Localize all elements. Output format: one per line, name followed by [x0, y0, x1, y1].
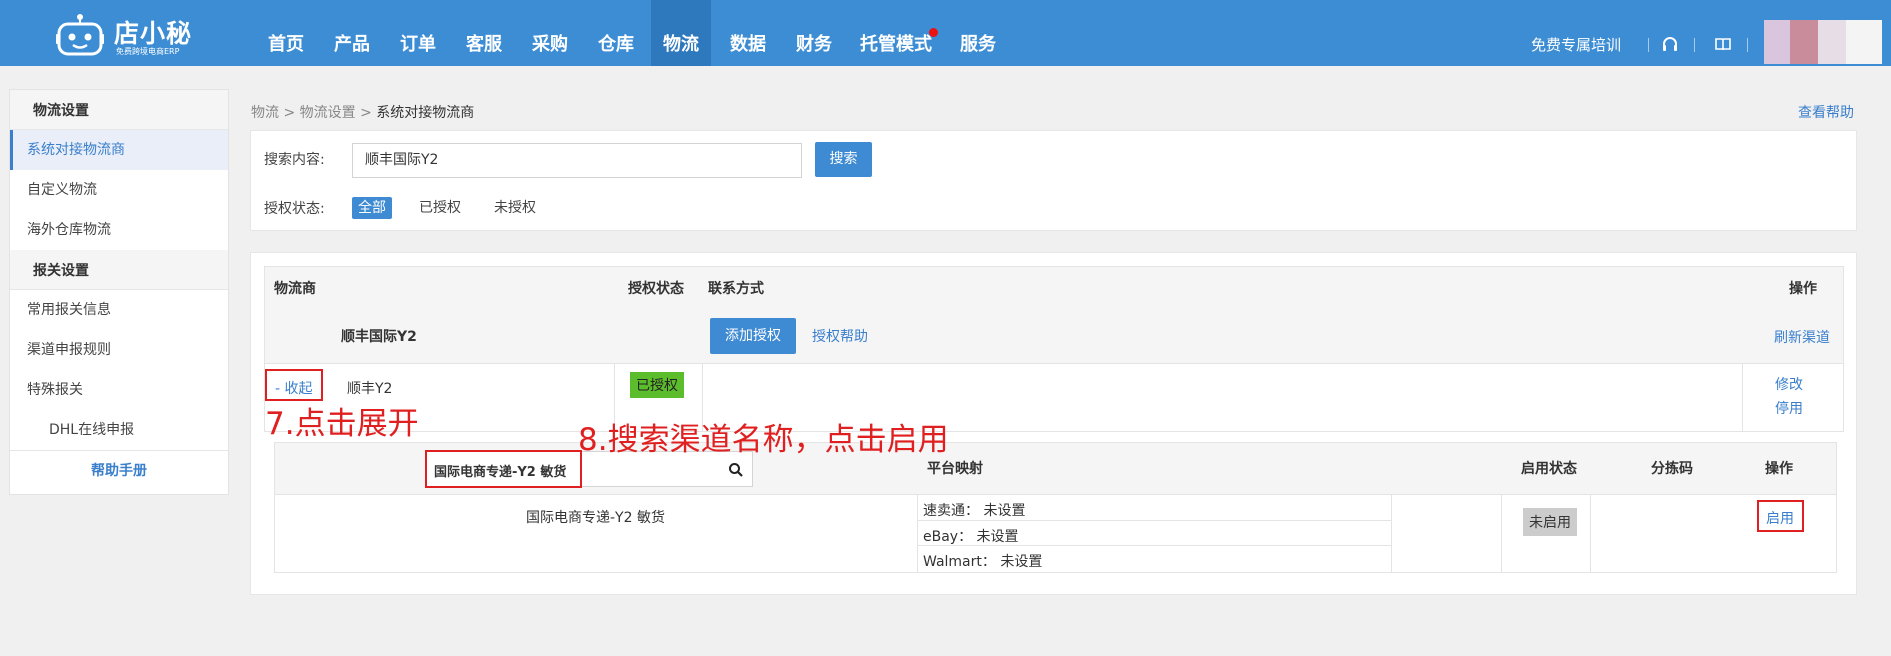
annotation-step7: 7.点击展开	[265, 406, 419, 442]
sidebar-item-customs-info[interactable]: 常用报关信息	[10, 290, 228, 330]
nav-item-hosting[interactable]: 托管模式	[858, 0, 938, 66]
search-input[interactable]: 顺丰国际Y2	[352, 143, 802, 178]
breadcrumb-logistics-settings[interactable]: 物流设置	[300, 105, 356, 121]
breadcrumb: 物流 > 物流设置 > 系统对接物流商	[251, 102, 474, 122]
nav-label: 仓库	[598, 34, 634, 55]
breadcrumb-separator: >	[283, 105, 296, 121]
nav-label: 托管模式	[860, 34, 932, 55]
book-icon[interactable]	[1714, 35, 1732, 53]
col-action: 操作	[1789, 281, 1817, 297]
filter-unauthorized[interactable]: 未授权	[494, 197, 536, 219]
sidebar-item-channel-rules[interactable]: 渠道申报规则	[10, 330, 228, 370]
col-channel-action: 操作	[1765, 461, 1793, 477]
breadcrumb-separator: >	[360, 105, 372, 121]
sidebar-item-special-customs[interactable]: 特殊报关	[10, 370, 228, 410]
col-enable-status: 启用状态	[1521, 461, 1577, 477]
add-authorization-button[interactable]: 添加授权	[710, 318, 796, 354]
search-label: 搜索内容:	[264, 152, 325, 168]
nav-item-home[interactable]: 首页	[259, 0, 313, 66]
cell-divider	[917, 495, 918, 572]
sidebar-group-logistics: 物流设置	[10, 90, 228, 130]
user-avatar[interactable]	[1764, 20, 1882, 64]
filter-all[interactable]: 全部	[352, 197, 392, 219]
nav-label: 订单	[400, 34, 436, 55]
disabled-status-badge: 未启用	[1523, 508, 1577, 536]
nav-label: 物流	[663, 34, 699, 55]
nav-item-purchase[interactable]: 采购	[523, 0, 577, 66]
authorized-badge: 已授权	[630, 372, 684, 398]
auth-status-label: 授权状态:	[264, 201, 325, 217]
cell-divider	[1590, 495, 1591, 572]
highlight-enable	[1757, 500, 1804, 532]
nav-label: 客服	[466, 34, 502, 55]
cell-divider	[917, 520, 1391, 521]
nav-item-services[interactable]: 服务	[951, 0, 1005, 66]
nav-label: 采购	[532, 34, 568, 55]
annotation-step8: 8.搜索渠道名称，点击启用	[578, 422, 949, 458]
nav-divider	[1747, 38, 1748, 52]
nav-label: 服务	[960, 34, 996, 55]
headset-icon[interactable]	[1661, 35, 1679, 53]
nav-divider	[1648, 38, 1649, 52]
sidebar-group-customs: 报关设置	[10, 250, 228, 290]
cell-divider	[1391, 495, 1392, 572]
nav-item-warehouse[interactable]: 仓库	[589, 0, 643, 66]
free-training-link[interactable]: 免费专属培训	[1531, 34, 1621, 55]
view-help-link[interactable]: 查看帮助	[1798, 102, 1854, 122]
sidebar-item-custom-logistics[interactable]: 自定义物流	[10, 170, 228, 210]
channel-name: 国际电商专递-Y2 敏货	[526, 510, 665, 526]
account-row: - 收起 顺丰Y2 已授权 修改 停用	[264, 364, 1844, 432]
refresh-channels-link[interactable]: 刷新渠道	[1774, 327, 1830, 347]
sidebar-item-dhl-declaration[interactable]: DHL在线申报	[10, 410, 228, 450]
nav-item-service[interactable]: 客服	[457, 0, 511, 66]
provider-name: 顺丰国际Y2	[341, 329, 417, 345]
provider-row: 顺丰国际Y2 添加授权 授权帮助 刷新渠道	[264, 310, 1844, 364]
nav-item-products[interactable]: 产品	[325, 0, 379, 66]
search-button[interactable]: 搜索	[815, 142, 872, 177]
brand-logo[interactable]: 店小秘 免费跨境电商ERP	[56, 10, 196, 58]
search-icon[interactable]	[728, 462, 744, 478]
nav-divider	[1694, 38, 1695, 52]
highlight-channel-search	[425, 450, 582, 488]
robot-logo-icon	[56, 14, 104, 56]
notification-dot	[929, 28, 938, 37]
search-panel: 搜索内容: 顺丰国际Y2 搜索 授权状态: 全部 已授权 未授权	[250, 130, 1857, 231]
col-auth-status: 授权状态	[628, 281, 684, 297]
mapping-walmart: Walmart： 未设置	[923, 554, 1043, 570]
help-manual-link[interactable]: 帮助手册	[10, 450, 228, 490]
breadcrumb-current: 系统对接物流商	[376, 105, 475, 121]
nav-label: 财务	[796, 34, 832, 55]
brand-subtitle: 免费跨境电商ERP	[116, 47, 180, 56]
col-sort-code: 分拣码	[1651, 461, 1693, 477]
disable-link[interactable]: 停用	[1775, 398, 1803, 418]
nav-item-orders[interactable]: 订单	[391, 0, 445, 66]
cell-divider	[1742, 364, 1743, 432]
nav-item-data[interactable]: 数据	[721, 0, 775, 66]
nav-label: 首页	[268, 34, 304, 55]
account-name: 顺丰Y2	[347, 381, 393, 397]
nav-item-finance[interactable]: 财务	[787, 0, 841, 66]
left-sidebar: 物流设置 系统对接物流商 自定义物流 海外仓库物流 报关设置 常用报关信息 渠道…	[9, 89, 229, 495]
sidebar-item-overseas-warehouse[interactable]: 海外仓库物流	[10, 210, 228, 250]
table-header: 物流商 授权状态 联系方式 操作	[264, 266, 1844, 311]
sidebar-item-system-carriers[interactable]: 系统对接物流商	[10, 130, 228, 170]
highlight-collapse	[265, 369, 323, 401]
carrier-table-panel: 物流商 授权状态 联系方式 操作 顺丰国际Y2 添加授权 授权帮助 刷新渠道 -…	[250, 252, 1857, 595]
col-provider: 物流商	[274, 281, 316, 297]
nav-label: 产品	[334, 34, 370, 55]
cell-divider	[1501, 495, 1502, 572]
nav-label: 数据	[730, 34, 766, 55]
breadcrumb-logistics[interactable]: 物流	[251, 105, 279, 121]
filter-authorized[interactable]: 已授权	[419, 197, 461, 219]
authorization-help-link[interactable]: 授权帮助	[812, 326, 868, 346]
edit-link[interactable]: 修改	[1775, 374, 1803, 394]
top-navigation-bar: 店小秘 免费跨境电商ERP 首页 产品 订单 客服 采购 仓库 物流 数据 财务…	[0, 0, 1891, 66]
nav-item-logistics[interactable]: 物流	[651, 0, 711, 66]
brand-title: 店小秘	[114, 19, 193, 48]
mapping-aliexpress: 速卖通： 未设置	[923, 503, 1026, 519]
mapping-ebay: eBay： 未设置	[923, 529, 1019, 545]
col-contact: 联系方式	[708, 281, 764, 297]
